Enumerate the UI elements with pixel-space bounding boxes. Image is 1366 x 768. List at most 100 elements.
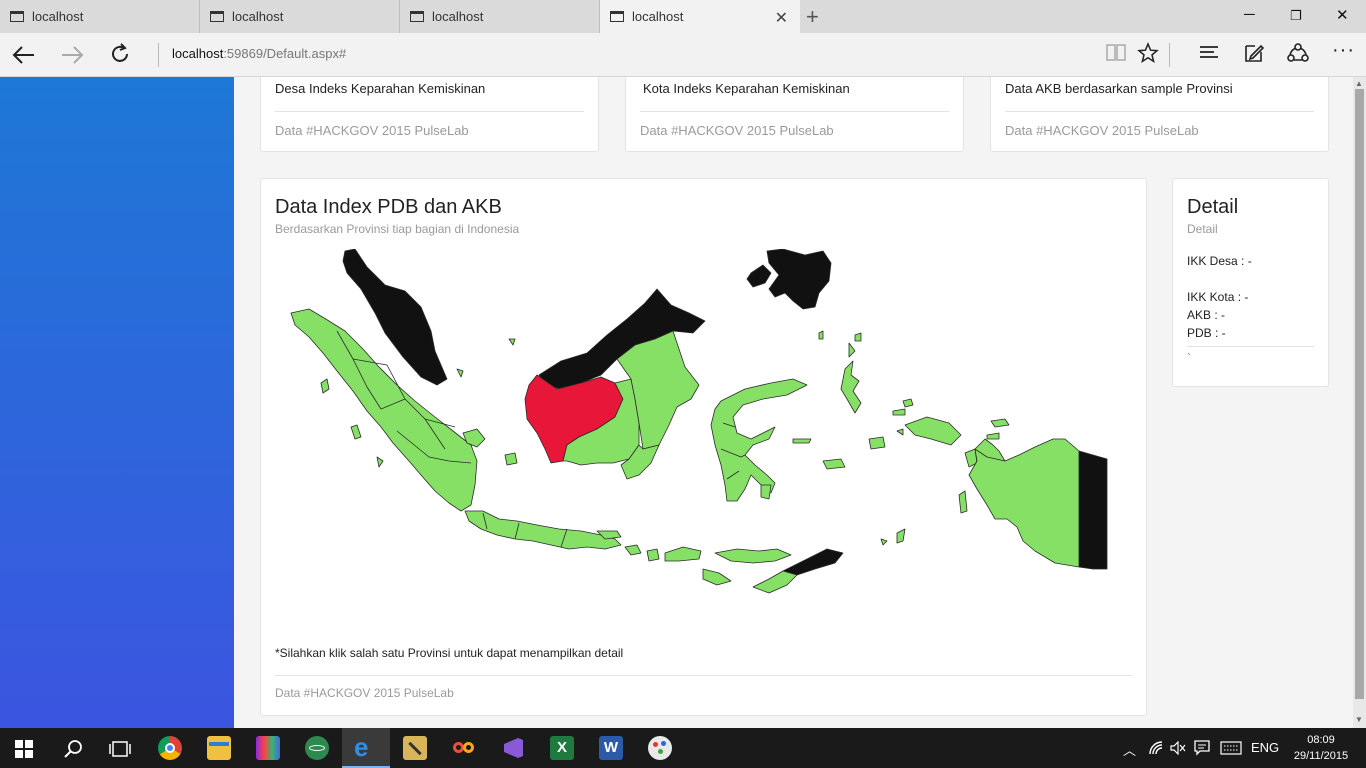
page-content: Desa Indeks Keparahan Kemiskinan Data #H…	[234, 77, 1353, 728]
scroll-up-icon[interactable]: ▲	[1355, 79, 1363, 88]
favorite-star-icon[interactable]	[1137, 42, 1159, 64]
card-title: Desa Indeks Keparahan Kemiskinan	[275, 81, 486, 96]
detail-ikk-desa: IKK Desa : -	[1187, 254, 1252, 268]
browser-tab-active[interactable]: localhost ✕	[600, 0, 800, 33]
map-riau-islands	[456, 338, 516, 378]
wifi-icon[interactable]	[1148, 740, 1164, 756]
map-buton	[760, 484, 772, 500]
chevron-up-icon[interactable]: ︿	[1123, 740, 1136, 759]
url-path: :59869/Default.aspx#	[223, 46, 347, 61]
map-sumbawa	[664, 546, 702, 562]
scrollbar-thumb[interactable]	[1355, 89, 1364, 699]
winrar-icon[interactable]	[256, 736, 280, 760]
card-footer: Data #HACKGOV 2015 PulseLab	[275, 123, 469, 138]
address-bar: localhost:59869/Default.aspx# ···	[0, 33, 1366, 77]
share-icon[interactable]	[1286, 42, 1310, 64]
map-philippine-island	[746, 264, 772, 288]
page-icon	[210, 11, 224, 22]
map-halmahera	[840, 360, 862, 414]
task-view-icon[interactable]	[109, 740, 131, 758]
chrome-icon[interactable]	[158, 736, 182, 760]
infinity-icon[interactable]	[452, 736, 476, 760]
map-biak	[990, 418, 1010, 428]
taskbar-clock[interactable]: 08:09 29/11/2015	[1290, 732, 1352, 764]
map-tanimbar	[896, 528, 906, 544]
map-sangihe	[818, 330, 824, 340]
tab-label: localhost	[232, 9, 284, 24]
start-icon[interactable]	[15, 740, 33, 758]
map-seram	[904, 416, 962, 446]
map-card-title: Data Index PDB dan AKB	[275, 196, 502, 218]
minimize-icon[interactable]: ─	[1244, 6, 1255, 23]
detail-card: Detail Detail IKK Desa : - IKK Kota : - …	[1172, 178, 1329, 387]
new-tab-icon[interactable]: +	[806, 4, 819, 30]
map-sumatra	[290, 308, 478, 512]
map-mentawai	[350, 424, 362, 440]
reading-view-icon[interactable]	[1105, 42, 1127, 62]
url-field[interactable]: localhost:59869/Default.aspx#	[172, 46, 346, 61]
web-note-icon[interactable]	[1243, 42, 1265, 64]
address-divider	[158, 43, 159, 67]
detail-subtitle: Detail	[1187, 222, 1218, 236]
paint-icon[interactable]	[648, 736, 672, 760]
detail-akb: AKB : -	[1187, 308, 1226, 322]
back-arrow-icon[interactable]	[12, 44, 36, 66]
page-icon	[610, 11, 624, 22]
file-explorer-icon[interactable]	[207, 736, 231, 760]
keyboard-icon[interactable]	[1220, 741, 1242, 755]
map-flores	[714, 548, 792, 564]
page-icon	[410, 11, 424, 22]
map-belitung	[504, 452, 518, 466]
visual-studio-icon[interactable]	[501, 736, 525, 760]
refresh-icon[interactable]	[109, 43, 131, 65]
map-aru	[958, 490, 968, 514]
map-nias	[320, 378, 330, 394]
tab-label: localhost	[632, 9, 684, 24]
card-divider	[275, 111, 584, 112]
detail-title: Detail	[1187, 196, 1239, 218]
card-title: Data AKB berdasarkan sample Provinsi	[1005, 81, 1233, 96]
volume-icon[interactable]	[1170, 741, 1186, 755]
map-wetar	[880, 538, 888, 546]
notification-icon[interactable]	[1194, 740, 1210, 756]
browser-tab-3[interactable]: localhost	[400, 0, 600, 33]
page-scrollbar[interactable]: ▲ ▼	[1353, 77, 1366, 728]
forward-arrow-icon[interactable]	[60, 44, 84, 66]
map-west-papua	[968, 438, 1080, 568]
hub-icon[interactable]	[1198, 42, 1220, 62]
more-icon[interactable]: ···	[1332, 39, 1355, 62]
detail-footer-mark: `	[1187, 351, 1191, 365]
indonesia-map	[290, 249, 1108, 594]
map-card-subtitle: Berdasarkan Provinsi tiap bagian di Indo…	[275, 222, 520, 236]
url-host: localhost	[172, 46, 224, 61]
atom-icon[interactable]	[305, 736, 329, 760]
page-icon	[10, 11, 24, 22]
tools-icon[interactable]	[403, 736, 427, 760]
browser-tab-2[interactable]: localhost	[200, 0, 400, 33]
browser-tab-1[interactable]: localhost	[0, 0, 200, 33]
map-card-footer: Data #HACKGOV 2015 PulseLab	[275, 686, 454, 700]
windows-taskbar: e X W ︿ ENG 08:09 29/11/2015	[0, 728, 1366, 768]
scroll-down-icon[interactable]: ▼	[1355, 715, 1363, 724]
search-icon[interactable]	[63, 739, 83, 759]
edge-taskbar-button[interactable]: e	[342, 728, 390, 768]
card-ikk-desa: Desa Indeks Keparahan Kemiskinan Data #H…	[260, 77, 599, 152]
word-icon[interactable]: W	[599, 736, 623, 760]
map-sumba	[702, 568, 732, 586]
edge-icon: e	[354, 732, 369, 762]
map-papua-new-guinea	[1078, 450, 1108, 570]
close-tab-icon[interactable]: ✕	[775, 8, 788, 28]
card-footer: Data #HACKGOV 2015 PulseLab	[640, 123, 834, 138]
restore-icon[interactable]: ❐	[1290, 8, 1302, 24]
map-hint-text: *Silahkan klik salah satu Provinsi untuk…	[275, 646, 624, 660]
map-card-divider	[275, 675, 1132, 676]
language-indicator[interactable]: ENG	[1251, 740, 1279, 755]
excel-icon[interactable]: X	[550, 736, 574, 760]
map-raja-ampat	[902, 398, 914, 408]
tab-label: localhost	[432, 9, 484, 24]
close-window-icon[interactable]: ✕	[1336, 6, 1349, 24]
map-timor-leste	[782, 548, 844, 576]
card-footer: Data #HACKGOV 2015 PulseLab	[1005, 123, 1199, 138]
map-halmahera-north	[848, 342, 856, 358]
map-mentawai-2	[376, 456, 384, 468]
